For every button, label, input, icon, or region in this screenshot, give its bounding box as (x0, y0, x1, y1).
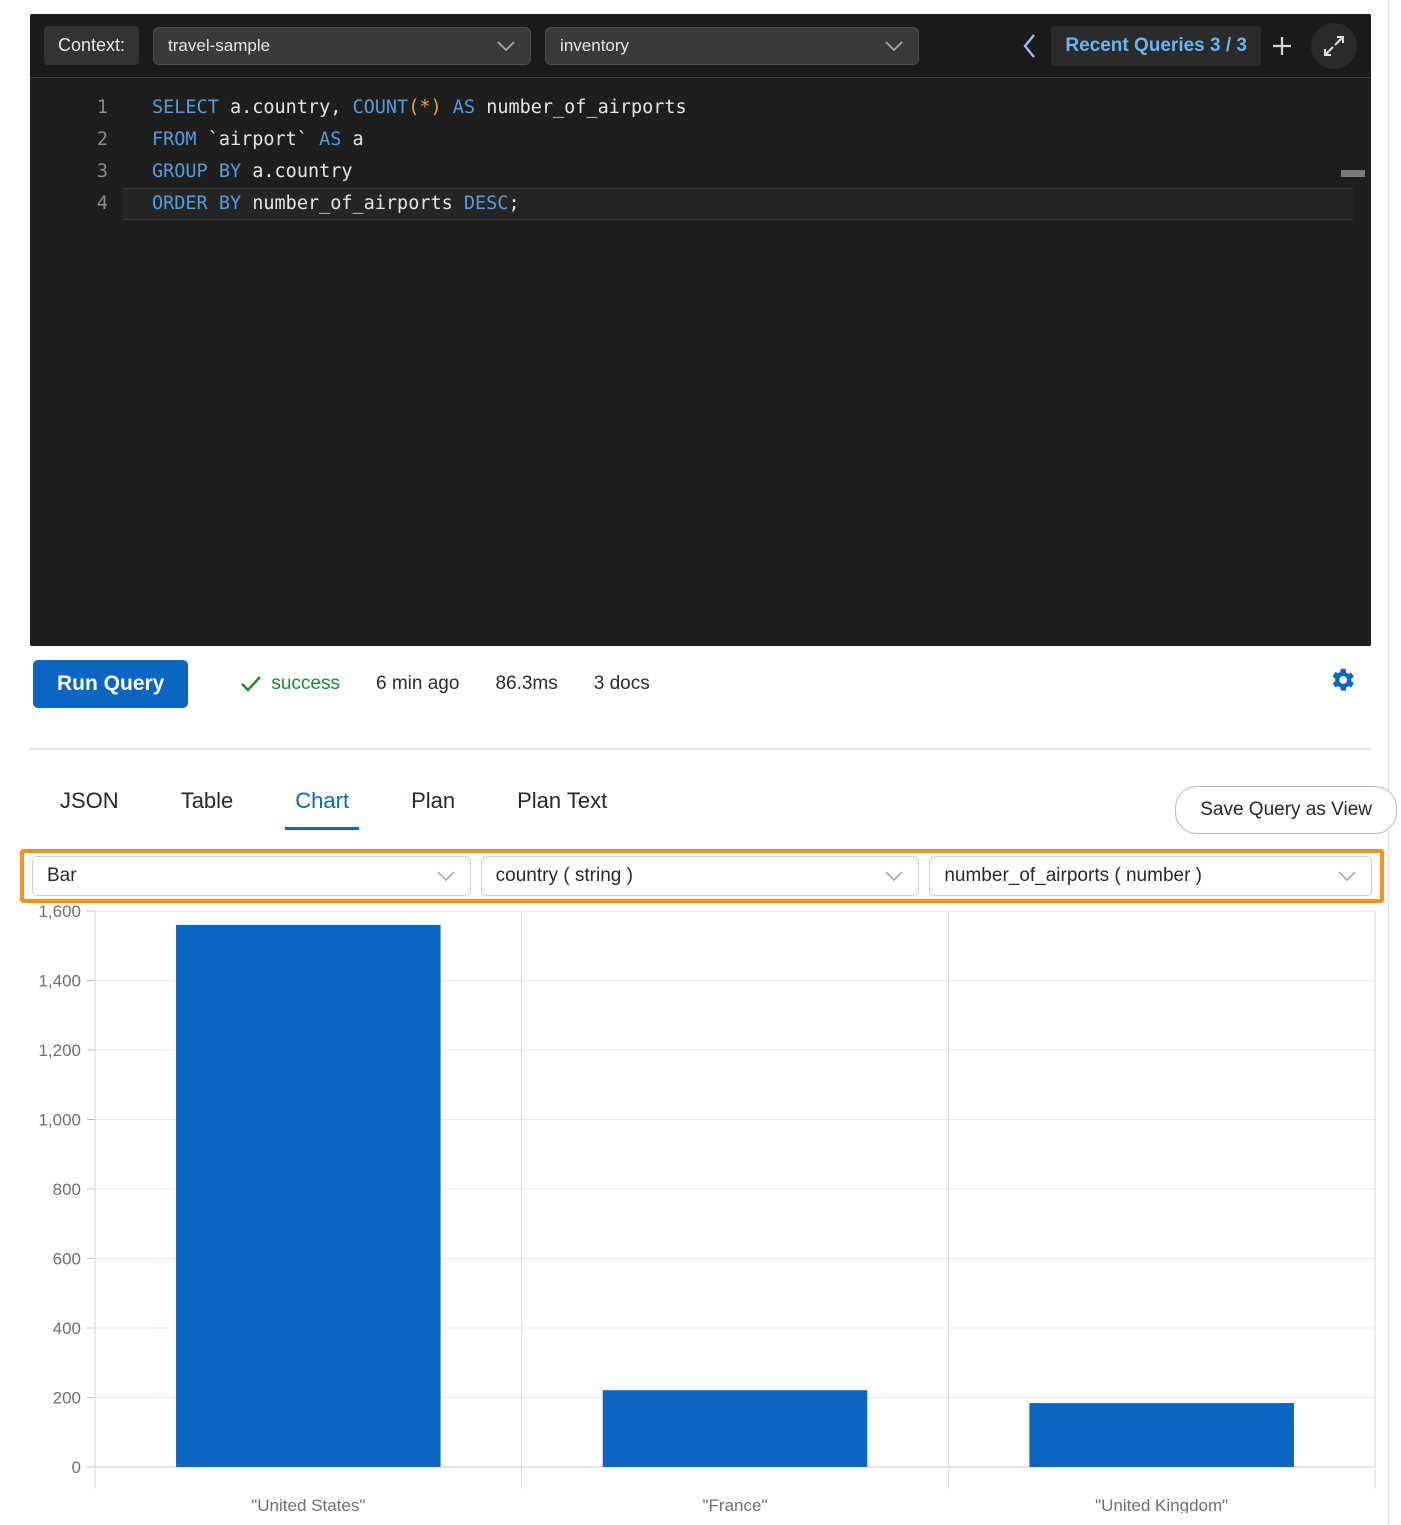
chart-y-axis-value: number_of_airports ( number ) (944, 865, 1337, 887)
bucket-dropdown[interactable]: travel-sample (153, 27, 531, 65)
code-line-text: SELECT a.country, COUNT(*) AS number_of_… (122, 92, 1353, 124)
code-line[interactable]: 2FROM `airport` AS a (30, 124, 1371, 156)
new-query-button[interactable] (1265, 26, 1299, 66)
result-tabs: JSON Table Chart Plan Plan Text (30, 782, 1371, 840)
page-right-border (1388, 0, 1389, 1525)
plus-icon (1269, 33, 1295, 59)
tab-table[interactable]: Table (177, 782, 238, 830)
tab-chart[interactable]: Chart (291, 782, 353, 830)
code-line[interactable]: 4ORDER BY number_of_airports DESC; (30, 188, 1371, 220)
query-settings-button[interactable] (1327, 665, 1357, 695)
query-duration: 86.3ms (495, 673, 557, 695)
query-editor-panel: Context: travel-sample inventory (30, 14, 1371, 646)
save-query-as-view-button[interactable]: Save Query as View (1175, 786, 1397, 834)
line-number: 4 (30, 188, 122, 220)
code-line-text: FROM `airport` AS a (122, 124, 1353, 156)
x-axis-category-label: "France" (703, 1496, 768, 1513)
query-time-ago: 6 min ago (376, 673, 459, 695)
code-line-text: ORDER BY number_of_airports DESC; (122, 188, 1353, 220)
x-axis-category-label: "United Kingdom" (1095, 1496, 1228, 1513)
query-status-text: success (271, 673, 340, 695)
chart-x-axis-dropdown[interactable]: country ( string ) (481, 856, 920, 896)
scope-dropdown[interactable]: inventory (545, 27, 919, 65)
section-divider (30, 748, 1371, 750)
bucket-dropdown-value: travel-sample (168, 36, 496, 56)
bar-chart-svg: 0 200 400 600 800 1,000 1,200 1,400 1,600 "United… (20, 903, 1384, 1513)
chevron-down-icon (884, 870, 904, 882)
y-axis-tick-label: 600 (53, 1250, 81, 1269)
y-axis-tick-label: 200 (53, 1389, 81, 1408)
y-axis-tick-label: 800 (53, 1180, 81, 1199)
chevron-down-icon (884, 40, 904, 52)
expand-arrows-icon (1322, 34, 1346, 58)
tab-plan[interactable]: Plan (407, 782, 459, 830)
y-axis-tick-label: 0 (72, 1458, 81, 1477)
code-line[interactable]: 3GROUP BY a.country (30, 156, 1371, 188)
chevron-down-icon (496, 40, 516, 52)
chart-controls-bar: Bar country ( string ) number_of_airport… (20, 849, 1384, 903)
run-query-button[interactable]: Run Query (33, 660, 188, 708)
y-axis-tick-label: 400 (53, 1319, 81, 1338)
chevron-down-icon (1337, 870, 1357, 882)
check-icon (240, 675, 262, 693)
y-axis-tick-label: 1,600 (38, 903, 81, 921)
line-number: 1 (30, 92, 122, 124)
y-axis-tick-label: 1,000 (38, 1111, 81, 1130)
tab-plan-text[interactable]: Plan Text (513, 782, 611, 830)
scope-dropdown-value: inventory (560, 36, 884, 56)
chevron-left-icon (1021, 32, 1039, 60)
line-number: 2 (30, 124, 122, 156)
editor-toolbar-right: Recent Queries 3 / 3 (1013, 14, 1357, 78)
sql-code-area[interactable]: 1SELECT a.country, COUNT(*) AS number_of… (30, 78, 1371, 646)
line-number: 3 (30, 156, 122, 188)
query-workbench-page: Context: travel-sample inventory (0, 0, 1401, 1525)
bar[interactable] (176, 925, 441, 1467)
expand-editor-button[interactable] (1311, 23, 1357, 69)
bar[interactable] (603, 1390, 868, 1467)
chart-x-axis-value: country ( string ) (496, 865, 885, 887)
query-doc-count: 3 docs (594, 673, 650, 695)
query-status-badge: success (240, 673, 340, 695)
chart-type-value: Bar (47, 865, 436, 887)
code-line[interactable]: 1SELECT a.country, COUNT(*) AS number_of… (30, 92, 1371, 124)
query-status-row: Run Query success 6 min ago 86.3ms 3 doc… (33, 661, 1371, 707)
context-label: Context: (44, 26, 139, 65)
chart-type-dropdown[interactable]: Bar (32, 856, 471, 896)
bar[interactable] (1029, 1403, 1294, 1467)
recent-queries-indicator[interactable]: Recent Queries 3 / 3 (1051, 26, 1261, 66)
tab-json[interactable]: JSON (56, 782, 123, 830)
x-axis-category-label: "United States" (251, 1496, 365, 1513)
chart-y-axis-dropdown[interactable]: number_of_airports ( number ) (929, 856, 1372, 896)
chevron-down-icon (436, 870, 456, 882)
editor-vertical-scrollbar[interactable] (1341, 170, 1365, 177)
y-axis-tick-label: 1,400 (38, 972, 81, 991)
y-axis-tick-label: 1,200 (38, 1041, 81, 1060)
previous-query-button[interactable] (1013, 26, 1047, 66)
code-lines: 1SELECT a.country, COUNT(*) AS number_of… (30, 92, 1371, 220)
editor-toolbar: Context: travel-sample inventory (30, 14, 1371, 78)
gear-icon (1327, 665, 1357, 695)
bar-chart: 0 200 400 600 800 1,000 1,200 1,400 1,600 "United… (20, 903, 1384, 1513)
code-line-text: GROUP BY a.country (122, 156, 1353, 188)
